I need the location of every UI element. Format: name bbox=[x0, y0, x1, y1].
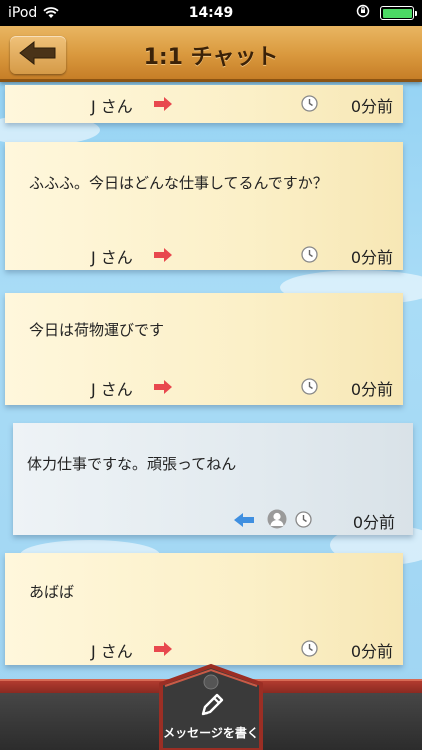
message-meta: J さん 0分前 bbox=[5, 376, 403, 399]
carrier-label: iPod bbox=[8, 5, 38, 21]
battery-icon bbox=[380, 6, 417, 20]
message-meta: J さん 0分前 bbox=[5, 93, 403, 116]
message-meta: J さん 0分前 bbox=[5, 638, 403, 661]
write-message-label: メッセージを書く bbox=[163, 726, 259, 740]
time-ago: 0分前 bbox=[350, 380, 393, 399]
message-meta: J さん 0分前 bbox=[5, 244, 403, 267]
message-item[interactable]: 体力仕事ですな。頑張ってねん 0分前 bbox=[13, 423, 413, 535]
status-bar: iPod 14:49 bbox=[0, 0, 422, 26]
message-item[interactable]: J さん 0分前 bbox=[5, 85, 403, 123]
clock-icon bbox=[301, 246, 318, 263]
message-list[interactable]: J さん 0分前 ふふふ。今日はどんな仕事してるんですか？ J さん 0分前 今… bbox=[0, 85, 422, 685]
status-left: iPod bbox=[8, 5, 59, 21]
incoming-arrow-icon bbox=[153, 247, 173, 266]
message-text: あばば bbox=[29, 583, 75, 601]
time-ago: 0分前 bbox=[352, 513, 395, 532]
message-text: 今日は荷物運びです bbox=[29, 321, 165, 339]
message-text: ふふふ。今日はどんな仕事してるんですか？ bbox=[29, 174, 328, 192]
clock-icon bbox=[301, 95, 318, 112]
rotation-lock-icon bbox=[356, 4, 372, 22]
clock-icon bbox=[301, 640, 318, 657]
message-item[interactable]: 今日は荷物運びです J さん 0分前 bbox=[5, 293, 403, 405]
nav-bar: 1:1 チャット bbox=[0, 26, 422, 82]
sender-name: J さん bbox=[91, 380, 133, 399]
pencil-icon bbox=[199, 692, 225, 722]
message-item[interactable]: ふふふ。今日はどんな仕事してるんですか？ J さん 0分前 bbox=[5, 142, 403, 270]
incoming-arrow-icon bbox=[153, 641, 173, 660]
time-ago: 0分前 bbox=[350, 642, 393, 661]
sender-name: J さん bbox=[91, 642, 133, 661]
sender-name: J さん bbox=[91, 248, 133, 267]
wifi-icon bbox=[43, 7, 59, 19]
clock-icon bbox=[301, 378, 318, 395]
clock-icon bbox=[295, 511, 312, 528]
incoming-arrow-icon bbox=[153, 96, 173, 115]
page-title: 1:1 チャット bbox=[143, 45, 279, 70]
sender-name: J さん bbox=[91, 97, 133, 116]
avatar-icon bbox=[267, 509, 287, 529]
message-text: 体力仕事ですな。頑張ってねん bbox=[27, 455, 237, 473]
message-meta: 0分前 bbox=[13, 509, 413, 532]
battery-fill bbox=[382, 8, 412, 18]
time-ago: 0分前 bbox=[350, 248, 393, 267]
status-right bbox=[356, 4, 417, 22]
time-ago: 0分前 bbox=[350, 97, 393, 116]
outgoing-arrow-icon bbox=[233, 512, 255, 531]
message-item[interactable]: あばば J さん 0分前 bbox=[5, 553, 403, 665]
incoming-arrow-icon bbox=[153, 379, 173, 398]
